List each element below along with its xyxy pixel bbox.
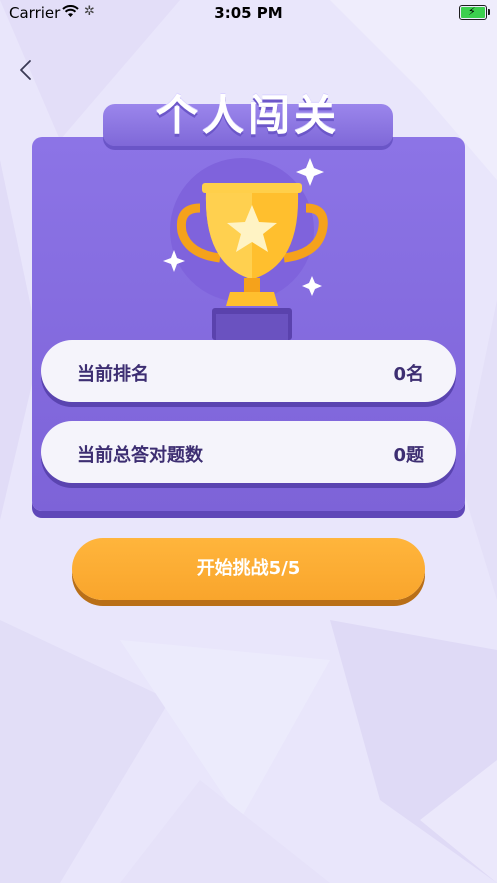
correct-total-label: 当前总答对题数 (77, 445, 203, 466)
status-time: 3:05 PM (214, 4, 283, 22)
correct-total-value: 0题 (393, 445, 424, 466)
rank-label: 当前排名 (77, 364, 149, 385)
battery-icon: ⚡ (459, 5, 490, 20)
start-challenge-button[interactable]: 开始挑战5/5 (72, 538, 425, 600)
back-button[interactable] (14, 58, 38, 82)
trophy-icon (163, 158, 328, 340)
stat-row-rank: 当前排名 0名 (41, 340, 456, 402)
stat-row-correct-total: 当前总答对题数 0题 (41, 421, 456, 483)
rank-value: 0名 (393, 364, 424, 385)
page-title: 个人闯关 (155, 91, 340, 140)
status-bar: Carrier ✲ 3:05 PM ⚡ (0, 0, 497, 26)
